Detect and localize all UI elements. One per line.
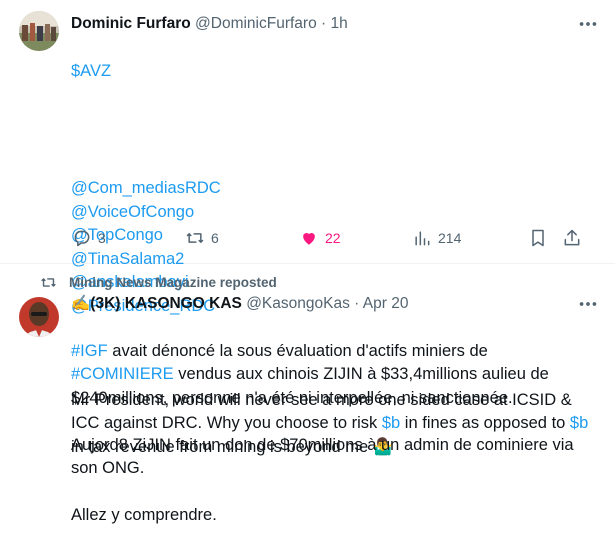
hashtag-cominiere[interactable]: #COMINIERE	[71, 365, 174, 383]
repost-icon	[41, 277, 56, 287]
reply-count: 3	[98, 230, 106, 246]
tweet-header: ✍️(3K) KASONGO KAS @KasongoKas · Apr 20	[71, 294, 408, 314]
text-d: Allez y comprendre.	[71, 506, 217, 524]
bookmark-icon	[532, 229, 544, 247]
tweet-dominic[interactable]: Dominic Furfaro @DominicFurfaro · 1h $AV…	[0, 0, 615, 456]
author-handle[interactable]: @DominicFurfaro	[195, 15, 317, 32]
more-icon[interactable]	[577, 13, 599, 35]
like-button[interactable]: 22	[299, 226, 341, 250]
repost-count: 6	[211, 230, 219, 246]
views-icon	[415, 231, 430, 246]
bookmark-button[interactable]	[528, 226, 554, 250]
tweet-kasongo[interactable]: Mining News Magazine reposted ✍️(3K) KAS…	[0, 264, 615, 524]
tweet-paragraph: #IGF avait dénoncé la sous évaluation d'…	[71, 340, 601, 411]
views-count: 214	[438, 230, 462, 246]
action-bar: 3 6 22 214	[72, 226, 582, 250]
avatar[interactable]	[19, 297, 59, 337]
dot-separator: ·	[354, 295, 360, 312]
tweet-text: #IGF avait dénoncé la sous évaluation d'…	[71, 316, 601, 551]
share-icon	[564, 229, 580, 246]
views-button[interactable]: 214	[412, 226, 461, 250]
cashtag-avz[interactable]: $AVZ	[71, 60, 601, 84]
timestamp[interactable]: Apr 20	[363, 295, 409, 312]
like-count: 22	[325, 230, 341, 246]
repost-indicator: Mining News Magazine reposted	[40, 272, 277, 292]
hashtag-igf[interactable]: #IGF	[71, 342, 108, 360]
repost-label[interactable]: Mining News Magazine reposted	[69, 275, 277, 290]
dot-separator: ·	[321, 15, 327, 32]
mention-com-mediasrdc[interactable]: @Com_mediasRDC	[71, 179, 221, 197]
repost-button[interactable]: 6	[185, 226, 219, 250]
author-name[interactable]: ✍️(3K) KASONGO KAS	[71, 295, 242, 312]
reply-icon	[74, 230, 90, 247]
author-handle[interactable]: @KasongoKas	[246, 295, 350, 312]
share-button[interactable]	[562, 226, 588, 250]
author-name[interactable]: Dominic Furfaro	[71, 15, 191, 32]
tweet-header: Dominic Furfaro @DominicFurfaro · 1h	[71, 14, 348, 34]
like-icon	[303, 233, 315, 245]
avatar[interactable]	[19, 11, 59, 51]
text-c: Aujord8 ZiJIN fait un don de $70millions…	[71, 435, 574, 478]
repost-icon	[186, 233, 204, 243]
timestamp[interactable]: 1h	[331, 15, 348, 32]
text-a: avait dénoncé la sous évaluation d'actif…	[107, 341, 488, 360]
reply-button[interactable]: 3	[72, 226, 106, 250]
more-icon[interactable]	[577, 293, 599, 315]
mention-voiceofcongo[interactable]: @VoiceOfCongo	[71, 203, 194, 221]
